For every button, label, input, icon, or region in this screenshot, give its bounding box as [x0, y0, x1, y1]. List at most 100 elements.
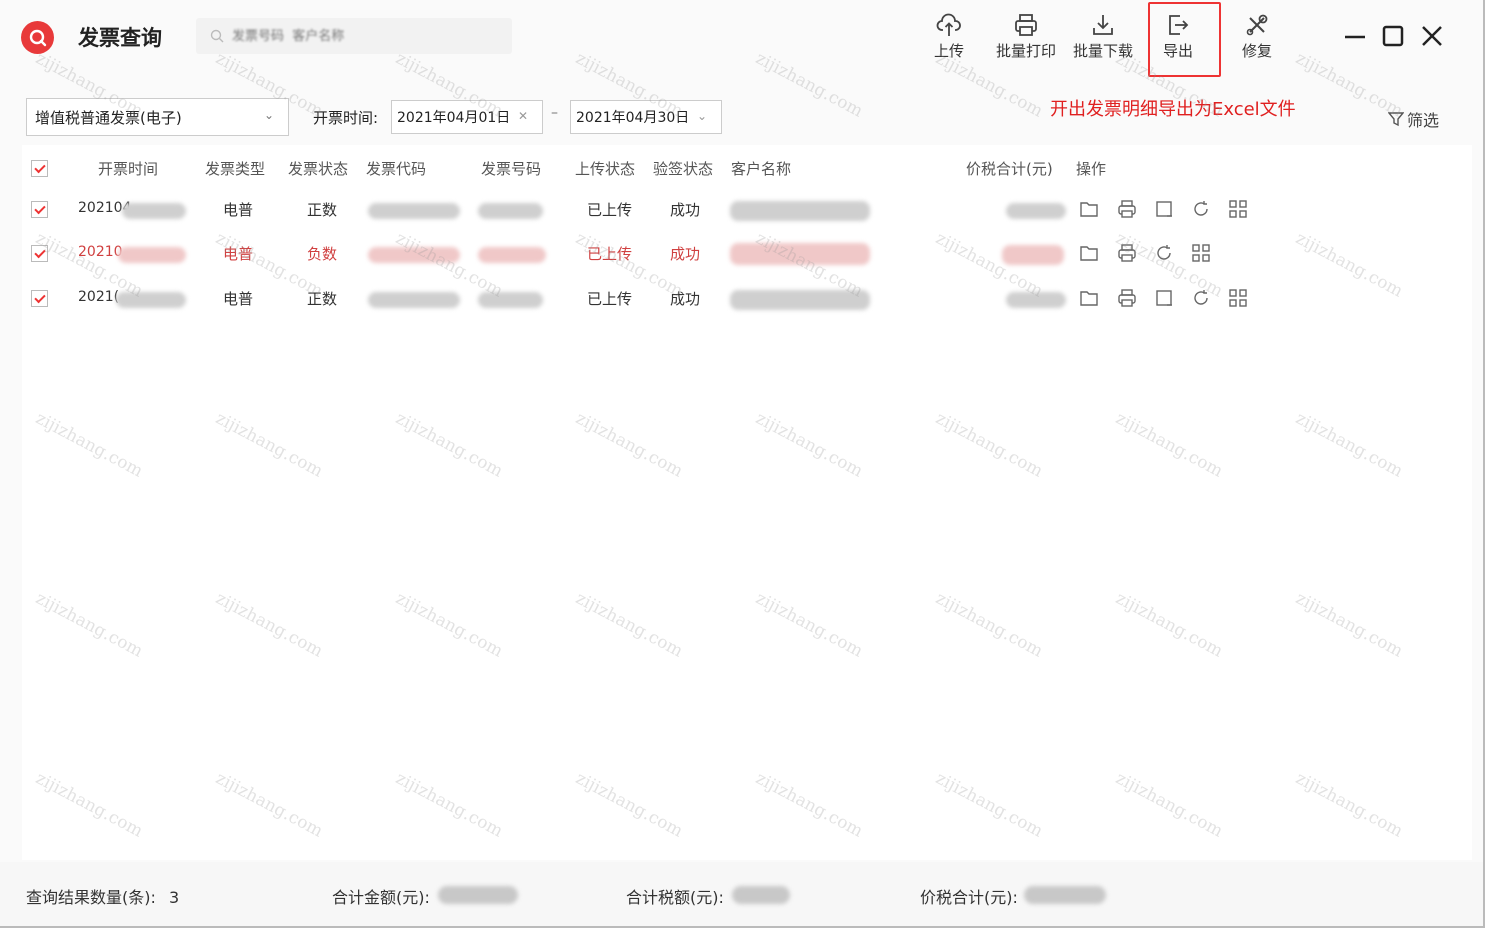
redacted-customer [730, 290, 870, 310]
redacted-number [478, 247, 546, 263]
header-upload-status: 上传状态 [575, 160, 636, 178]
total-tax-label: 合计税额(元): [626, 888, 724, 907]
refresh-icon[interactable] [1190, 198, 1212, 220]
redacted-customer [730, 243, 870, 265]
search-box[interactable] [196, 18, 512, 54]
refresh-icon[interactable] [1153, 242, 1175, 264]
row-type: 电普 [223, 290, 254, 308]
upload-label: 上传 [934, 42, 965, 60]
redacted-code [368, 203, 460, 219]
row-type: 电普 [223, 201, 254, 219]
summary-footer: 查询结果数量(条): 3 合计金额(元): 合计税额(元): 价税合计(元): [0, 862, 1483, 926]
filter-icon [1388, 112, 1404, 127]
row-verify-status: 成功 [670, 201, 701, 219]
folder-icon[interactable] [1078, 287, 1100, 309]
redacted-total [1002, 245, 1064, 265]
refresh-icon[interactable] [1190, 287, 1212, 309]
row-checkbox[interactable] [31, 245, 48, 262]
maximize-button[interactable] [1379, 22, 1407, 50]
chevron-down-icon[interactable]: ⌄ [697, 109, 707, 123]
upload-button[interactable]: 上传 [934, 12, 964, 61]
header-customer: 客户名称 [731, 160, 792, 178]
redacted-customer [730, 201, 870, 221]
start-date-value: 2021年04月01日 [397, 110, 511, 126]
table-row[interactable]: 20210 电普 负数 已上传 成功 [22, 239, 1472, 269]
result-count: 查询结果数量(条): 3 [26, 884, 179, 908]
end-date-field[interactable]: 2021年04月30日 ⌄ [570, 100, 722, 134]
repair-button[interactable]: 修复 [1242, 12, 1272, 61]
redacted-number [478, 292, 543, 308]
batch-print-button[interactable]: 批量打印 [996, 12, 1056, 61]
redacted-grand-total [1024, 886, 1106, 904]
batch-print-label: 批量打印 [996, 42, 1057, 60]
batch-download-label: 批量下载 [1073, 42, 1134, 60]
printer-icon[interactable] [1116, 198, 1138, 220]
minimize-icon [1345, 35, 1365, 39]
close-icon [1422, 26, 1442, 46]
qrcode-icon[interactable] [1227, 198, 1249, 220]
table-row[interactable]: 2021( 电普 正数 已上传 成功 [22, 284, 1472, 314]
folder-icon[interactable] [1078, 198, 1100, 220]
row-status: 负数 [307, 245, 338, 263]
search-icon [29, 29, 46, 46]
invoice-query-window: 发票查询 上传 批量打印 批量下载 导出 修复 [0, 0, 1485, 928]
redacted-total [1006, 292, 1066, 308]
row-checkbox[interactable] [31, 201, 48, 218]
qrcode-icon[interactable] [1190, 242, 1212, 264]
clear-icon[interactable]: ✕ [518, 109, 528, 123]
redacted-text [116, 292, 186, 308]
printer-icon[interactable] [1116, 287, 1138, 309]
date-label: 开票时间: [313, 109, 379, 127]
table-row[interactable]: 202104 电普 正数 已上传 成功 [22, 195, 1472, 225]
row-checkbox[interactable] [31, 290, 48, 307]
end-date-value: 2021年04月30日 [576, 110, 690, 126]
select-all-checkbox[interactable] [31, 160, 48, 177]
search-icon [210, 29, 224, 43]
date-separator: – [551, 105, 558, 121]
filter-button[interactable]: 筛选 [1388, 107, 1439, 131]
batch-download-button[interactable]: 批量下载 [1073, 12, 1133, 61]
minimize-button[interactable] [1341, 22, 1369, 50]
header-actions: 操作 [1076, 160, 1107, 178]
redacted-total [1006, 203, 1066, 219]
invoice-type-select[interactable]: 增值税普通发票(电子) ⌄ [26, 98, 289, 136]
export-annotation: 开出发票明细导出为Excel文件 [1050, 99, 1296, 120]
invoice-type-value: 增值税普通发票(电子) [35, 108, 182, 127]
redacted-number [478, 203, 543, 219]
row-upload-status: 已上传 [587, 290, 633, 308]
app-logo [21, 21, 54, 54]
total-amount-label: 合计金额(元): [332, 888, 430, 907]
row-upload-status: 已上传 [587, 201, 633, 219]
header-verify-status: 验签状态 [653, 160, 714, 178]
row-date: 20210 [78, 244, 123, 260]
preview-icon[interactable] [1153, 287, 1175, 309]
close-button[interactable] [1418, 22, 1446, 50]
header-status: 发票状态 [288, 160, 349, 178]
cloud-upload-icon [936, 13, 961, 36]
redacted-amount [438, 886, 518, 904]
header-code: 发票代码 [366, 160, 427, 178]
folder-icon[interactable] [1078, 242, 1100, 264]
result-count-value: 3 [168, 888, 180, 907]
start-date-field[interactable]: 2021年04月01日 ✕ [391, 100, 543, 134]
preview-icon[interactable] [1153, 198, 1175, 220]
redacted-text [122, 203, 186, 219]
qrcode-icon[interactable] [1227, 287, 1249, 309]
chevron-down-icon: ⌄ [263, 108, 274, 122]
printer-icon[interactable] [1116, 242, 1138, 264]
app-title: 发票查询 [78, 26, 162, 50]
result-count-label: 查询结果数量(条): [26, 888, 156, 907]
redacted-code [368, 247, 460, 263]
header-number: 发票号码 [481, 160, 542, 178]
header-date: 开票时间 [98, 160, 159, 178]
title-bar: 发票查询 上传 批量打印 批量下载 导出 修复 [0, 0, 1483, 80]
row-status: 正数 [307, 201, 338, 219]
download-icon [1093, 15, 1113, 35]
row-type: 电普 [223, 245, 254, 263]
header-type: 发票类型 [205, 160, 266, 178]
invoice-table: 开票时间 发票类型 发票状态 发票代码 发票号码 上传状态 验签状态 客户名称 … [22, 145, 1472, 860]
printer-icon [1015, 14, 1037, 36]
search-input[interactable] [232, 21, 502, 51]
filter-label: 筛选 [1407, 111, 1440, 130]
grand-total-label: 价税合计(元): [920, 888, 1018, 907]
